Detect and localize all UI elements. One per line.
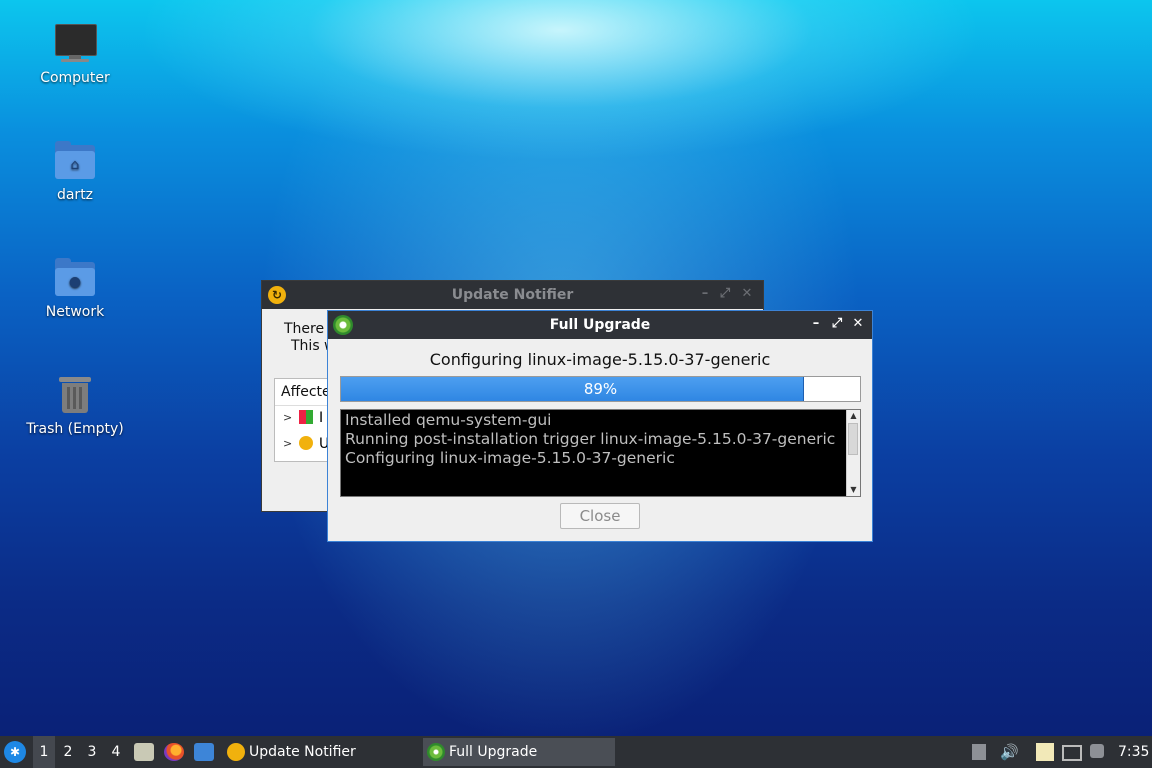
scroll-down-icon[interactable]: ▼ (847, 484, 860, 496)
tree-expander-icon[interactable]: > (283, 411, 292, 424)
minimize-icon[interactable]: – (808, 316, 824, 332)
desktop-icon-network[interactable]: ● Network (15, 256, 135, 320)
notifier-message-line1: There (284, 321, 325, 337)
tree-item: I (319, 410, 324, 426)
tree-header: Affecte (281, 384, 331, 400)
workspace-4[interactable]: 4 (105, 736, 127, 768)
network-folder-icon: ● (53, 256, 97, 300)
package-icon (299, 410, 313, 424)
task-full-upgrade[interactable]: Full Upgrade (423, 738, 615, 766)
desktop-icon-computer[interactable]: Computer (15, 22, 135, 86)
task-update-notifier[interactable]: Update Notifier (223, 738, 418, 766)
taskbar: ✱ 1 2 3 4 Update Notifier Full Upgrade 🔊… (0, 736, 1152, 768)
update-icon (299, 436, 313, 450)
workspace-3[interactable]: 3 (81, 736, 103, 768)
gear-icon (427, 743, 445, 761)
firefox-icon[interactable] (164, 743, 184, 761)
desktop-icon-launcher[interactable] (194, 743, 214, 761)
workspace-2[interactable]: 2 (57, 736, 79, 768)
home-folder-icon: ⌂ (53, 139, 97, 183)
desktop: Computer ⌂ dartz ● Network Trash (Empty)… (0, 0, 1152, 736)
desktop-icon-label: dartz (56, 187, 94, 203)
affected-packages-tree[interactable]: Affecte > I > U (274, 378, 334, 462)
minimize-icon[interactable]: – (697, 286, 713, 302)
log-output[interactable]: Installed qemu-system-gui Running post-i… (340, 409, 861, 497)
desktop-icon-home[interactable]: ⌂ dartz (15, 139, 135, 203)
trash-icon (53, 373, 97, 417)
tree-expander-icon[interactable]: > (283, 437, 292, 450)
log-scrollbar[interactable]: ▲ ▼ (846, 410, 860, 496)
scroll-thumb[interactable] (848, 423, 858, 455)
maximize-icon[interactable]: ⤢ (829, 316, 845, 332)
start-menu-icon[interactable]: ✱ (4, 741, 26, 763)
task-label: Update Notifier (249, 744, 356, 760)
volume-icon[interactable]: 🔊 (1000, 744, 1019, 760)
desktop-icon-label: Network (45, 304, 105, 320)
log-line: Installed qemu-system-gui (345, 411, 552, 429)
clipboard-icon[interactable] (1036, 743, 1054, 761)
network-icon[interactable] (1062, 745, 1082, 761)
notification-icon[interactable] (1090, 744, 1104, 758)
workspace-1[interactable]: 1 (33, 736, 55, 768)
window-title: Update Notifier (451, 287, 574, 303)
close-icon[interactable]: ✕ (739, 286, 755, 302)
desktop-icon-label: Computer (40, 70, 110, 86)
log-line: Running post-installation trigger linux-… (345, 430, 836, 448)
desktop-icon-trash[interactable]: Trash (Empty) (15, 373, 135, 437)
close-icon[interactable]: ✕ (850, 316, 866, 332)
full-upgrade-titlebar[interactable]: Full Upgrade – ⤢ ✕ (328, 311, 872, 339)
clock[interactable]: 7:35 (1118, 736, 1149, 768)
desktop-icon-label: Trash (Empty) (26, 421, 124, 437)
full-upgrade-window[interactable]: Full Upgrade – ⤢ ✕ Configuring linux-ima… (327, 310, 873, 542)
computer-icon (53, 22, 97, 66)
maximize-icon[interactable]: ⤢ (717, 286, 733, 302)
log-line: Configuring linux-image-5.15.0-37-generi… (345, 449, 675, 467)
status-label: Configuring linux-image-5.15.0-37-generi… (429, 350, 771, 369)
window-title: Full Upgrade (549, 317, 651, 333)
updates-tray-icon[interactable] (972, 744, 986, 760)
task-label: Full Upgrade (449, 744, 538, 760)
progress-label: 89% (583, 380, 618, 398)
update-notifier-titlebar[interactable]: ↻ Update Notifier – ⤢ ✕ (262, 281, 763, 309)
progress-bar: 89% (340, 376, 861, 402)
close-button[interactable]: Close (560, 503, 640, 529)
update-notifier-icon (227, 743, 245, 761)
file-manager-icon[interactable] (134, 743, 154, 761)
scroll-up-icon[interactable]: ▲ (847, 410, 860, 422)
